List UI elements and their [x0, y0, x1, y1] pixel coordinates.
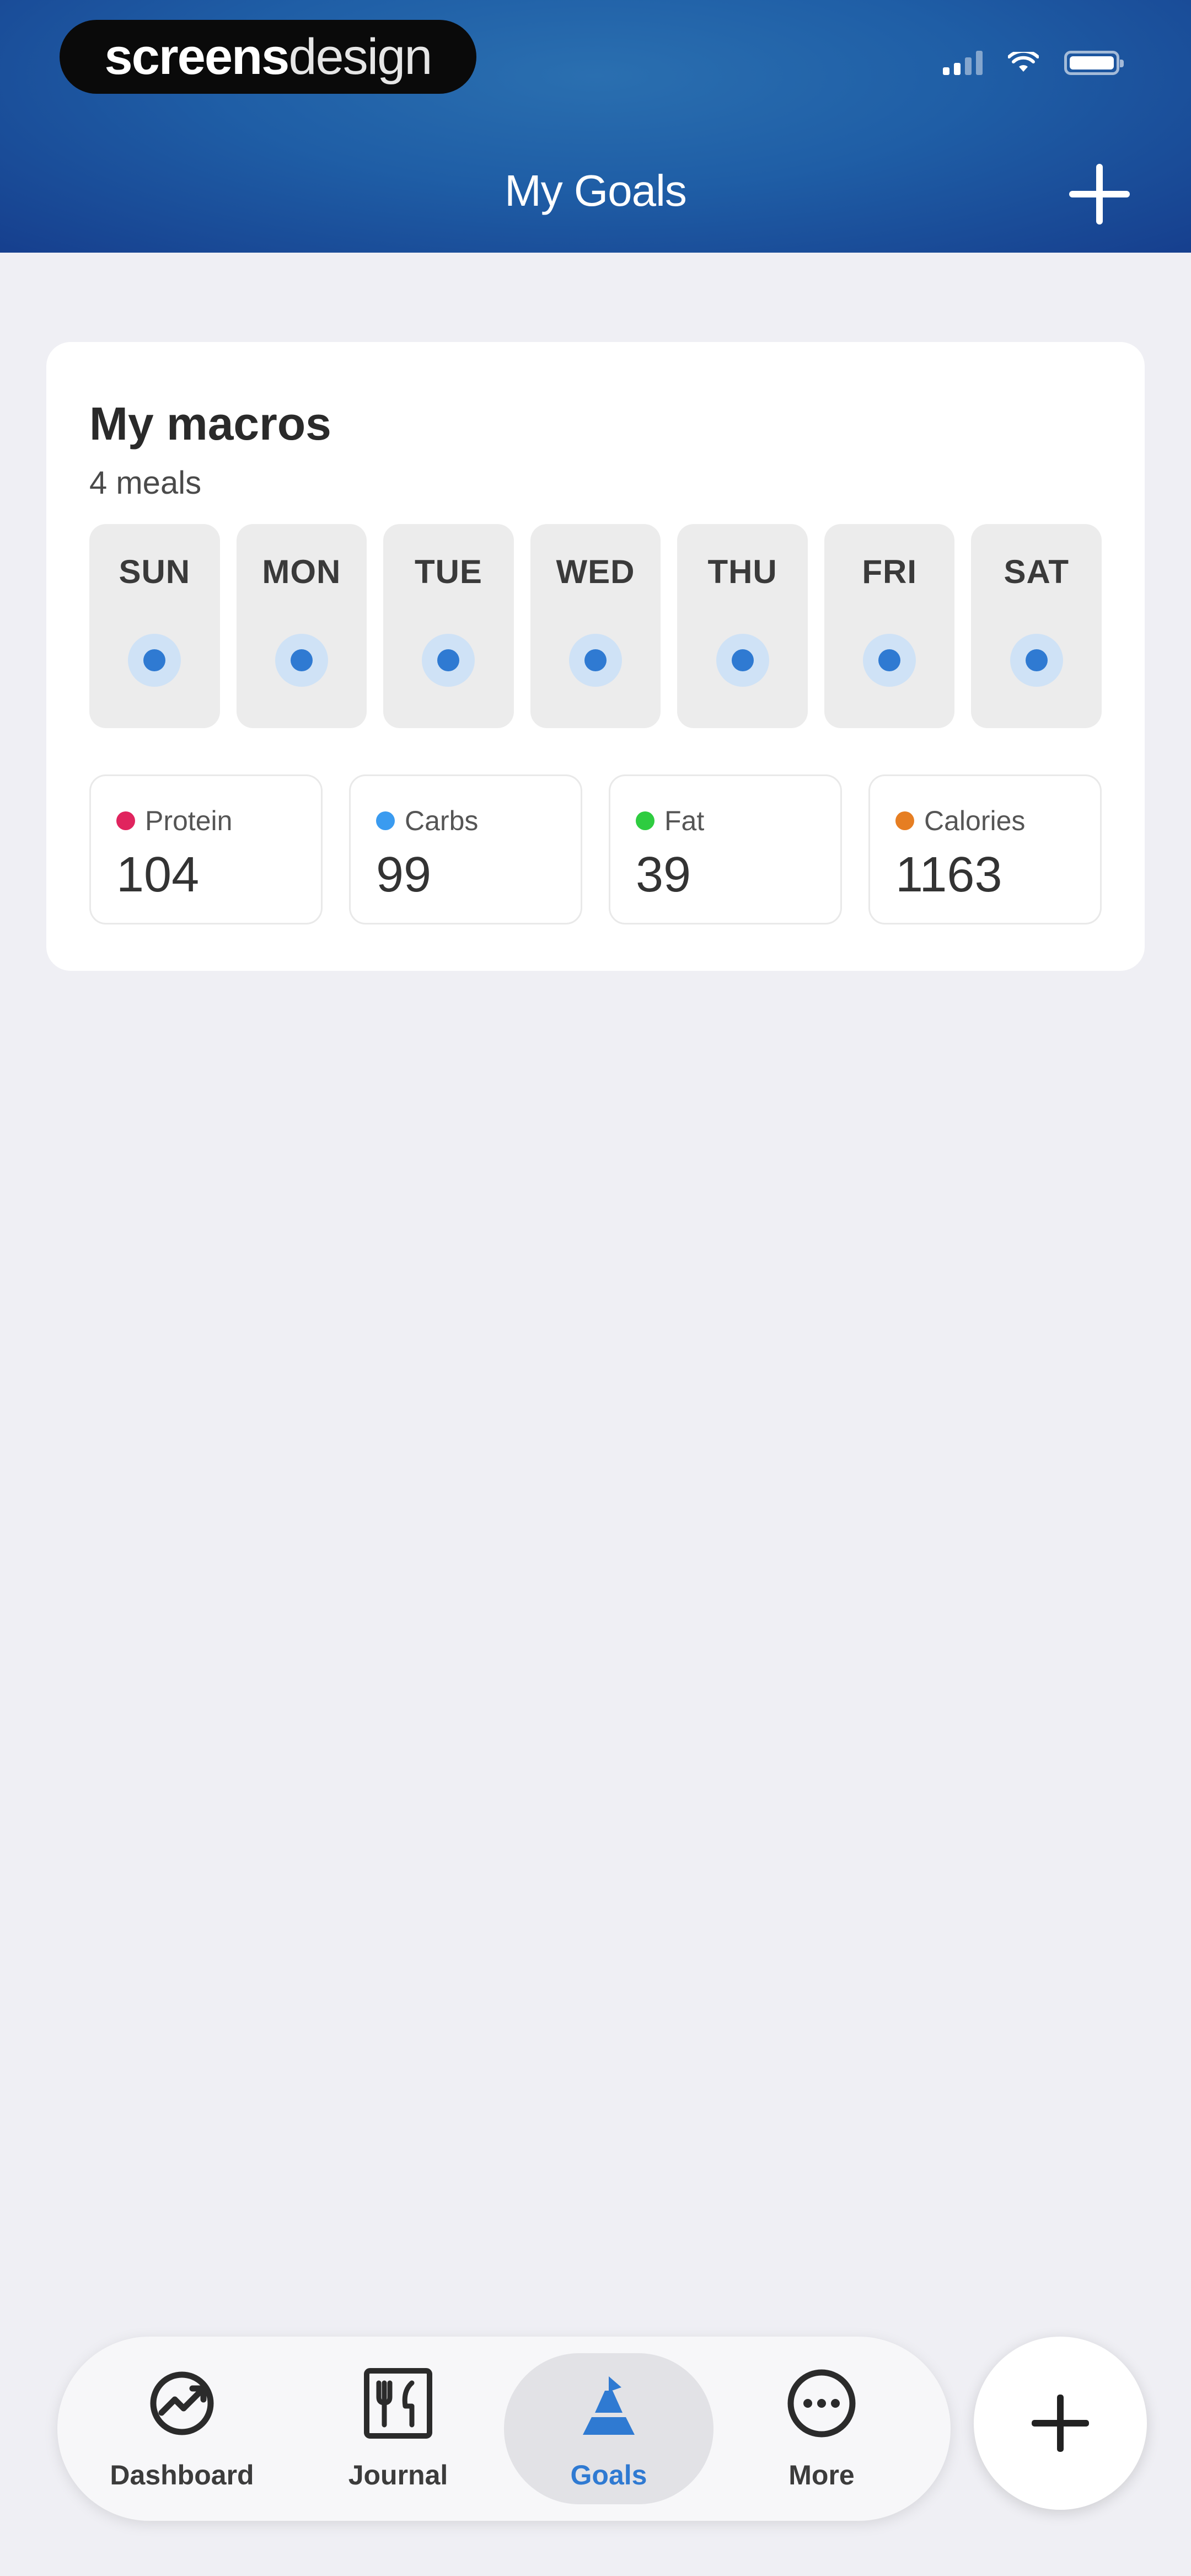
wifi-icon [1008, 52, 1039, 72]
tab-bar: Dashboard Journal Goals More [57, 2337, 951, 2521]
fat-value: 39 [636, 847, 691, 902]
day-sat[interactable]: SAT [971, 524, 1102, 728]
macro-protein: Protein 104 [89, 774, 323, 924]
day-indicator-icon [716, 634, 769, 687]
macro-fat: Fat 39 [609, 774, 842, 924]
tab-more[interactable]: More [717, 2353, 926, 2504]
tab-goals[interactable]: Goals [504, 2353, 713, 2504]
macro-calories: Calories 1163 [868, 774, 1102, 924]
protein-dot-icon [116, 811, 135, 830]
carbs-value: 99 [376, 847, 432, 902]
card-title: My macros [89, 398, 331, 450]
day-indicator-icon [275, 634, 328, 687]
day-indicator-icon [1010, 634, 1063, 687]
day-indicator-icon [569, 634, 623, 687]
protein-value: 104 [116, 847, 200, 902]
screensdesign-logo: screens design [60, 20, 476, 94]
header: screens design My Goals [0, 0, 1191, 253]
day-sun[interactable]: SUN [89, 524, 220, 728]
meals-count: 4 meals [89, 465, 202, 501]
page-title: My Goals [505, 166, 687, 215]
plus-icon [1069, 164, 1130, 225]
goals-screen: screens design My Goals My macros 4 meals… [0, 0, 1191, 2576]
macros-card[interactable]: My macros 4 meals SUN MON TUE WED THU FR… [46, 342, 1145, 971]
calories-dot-icon [895, 811, 914, 830]
carbs-dot-icon [376, 811, 395, 830]
more-icon [787, 2369, 856, 2438]
plus-icon [1032, 2395, 1089, 2452]
status-bar [943, 51, 1124, 75]
fat-dot-icon [636, 811, 654, 830]
day-thu[interactable]: THU [677, 524, 808, 728]
calories-value: 1163 [895, 847, 1002, 902]
day-indicator-icon [422, 634, 475, 687]
journal-icon [364, 2368, 432, 2439]
day-fri[interactable]: FRI [824, 524, 955, 728]
weekday-selector: SUN MON TUE WED THU FRI SAT [89, 524, 1102, 728]
tab-dashboard[interactable]: Dashboard [77, 2353, 287, 2504]
goals-icon [583, 2376, 635, 2435]
day-tue[interactable]: TUE [383, 524, 514, 728]
day-indicator-icon [863, 634, 916, 687]
macro-summary: Protein 104 Carbs 99 Fat 39 Calories 116… [89, 774, 1102, 924]
day-wed[interactable]: WED [530, 524, 661, 728]
day-indicator-icon [128, 634, 181, 687]
day-mon[interactable]: MON [236, 524, 367, 728]
battery-icon [1064, 51, 1124, 75]
add-goal-button[interactable] [1066, 161, 1133, 227]
tab-journal[interactable]: Journal [293, 2353, 503, 2504]
macro-carbs: Carbs 99 [349, 774, 582, 924]
gauge-icon [150, 2371, 214, 2435]
quick-add-button[interactable] [974, 2337, 1147, 2510]
signal-icon [943, 51, 983, 75]
